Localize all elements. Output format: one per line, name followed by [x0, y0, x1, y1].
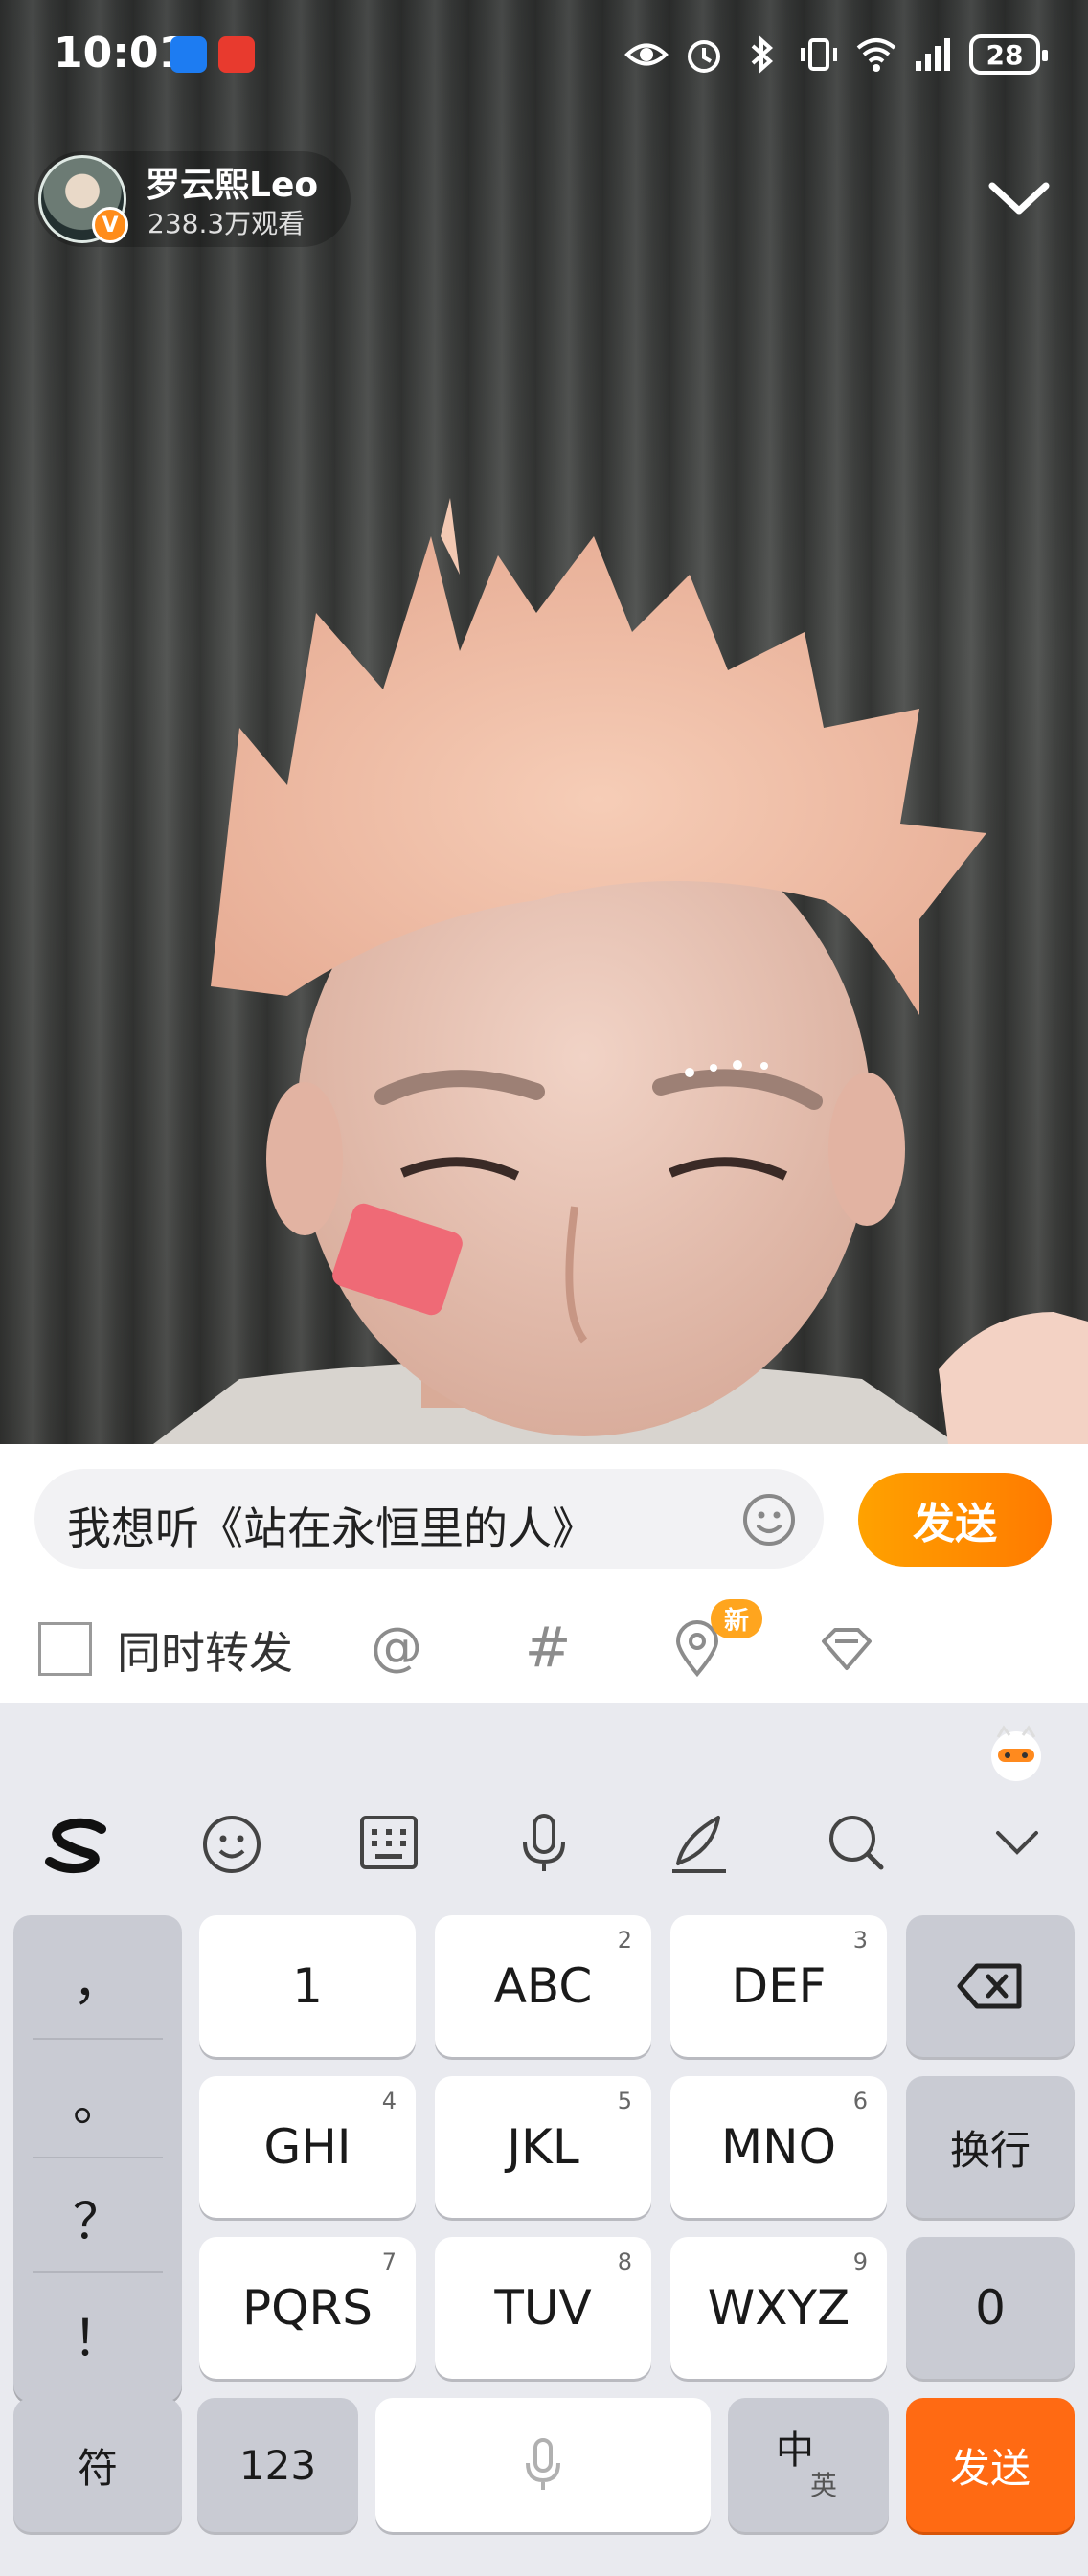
chevron-down-icon[interactable]	[983, 1808, 1052, 1877]
lang-alt-label: 英	[810, 2470, 838, 2501]
punct-period-key[interactable]: 。	[13, 2042, 182, 2155]
key-number: 7	[381, 2248, 397, 2275]
keyboard-icon[interactable]	[354, 1808, 423, 1877]
punct-question-key[interactable]: ？	[13, 2160, 182, 2273]
sogou-logo-icon[interactable]	[42, 1808, 111, 1877]
clock: 10:01	[54, 29, 189, 78]
verified-badge-icon: V	[92, 207, 128, 243]
punct-comma-key[interactable]: ，	[13, 1921, 182, 2034]
status-bar: 10:01 28	[0, 0, 1088, 113]
hashtag-icon[interactable]: #	[517, 1618, 578, 1680]
key-label: GHI	[263, 2119, 351, 2175]
punct-exclaim-key[interactable]: ！	[13, 2277, 182, 2390]
comment-panel: 我想听《站在永恒里的人》 发送 同时转发 @ # 新	[0, 1444, 1088, 1703]
new-badge: 新	[711, 1599, 763, 1638]
punct-divider	[33, 2038, 163, 2040]
svg-text:#: #	[525, 1618, 572, 1680]
keyboard-toolbar	[0, 1779, 1088, 1904]
language-switch-key[interactable]: 中 英	[728, 2398, 889, 2532]
emoji-icon[interactable]	[741, 1492, 797, 1548]
key-number: 5	[617, 2088, 632, 2114]
key-pqrs[interactable]: PQRS 7	[199, 2237, 416, 2379]
numbers-key[interactable]: 123	[197, 2398, 358, 2532]
streamer-info[interactable]: V 罗云熙Leo 238.3万观看	[34, 151, 351, 247]
key-label: DEF	[731, 1958, 827, 2014]
punct-divider	[33, 2271, 163, 2273]
newline-key[interactable]: 换行	[906, 2076, 1075, 2218]
microphone-icon[interactable]	[510, 1808, 578, 1877]
key-mno[interactable]: MNO 6	[670, 2076, 887, 2218]
punctuation-column[interactable]: ， 。 ？ ！	[13, 1915, 182, 2402]
key-tuv[interactable]: TUV 8	[435, 2237, 651, 2379]
vibrate-icon	[801, 38, 837, 71]
signal-icon	[916, 38, 950, 71]
viewer-count: 238.3万观看	[147, 208, 306, 239]
key-number: 2	[617, 1927, 632, 1954]
symbols-key[interactable]: 符	[13, 2398, 182, 2532]
lang-main-label: 中	[776, 2429, 814, 2473]
comment-options: 同时转发 @ # 新	[0, 1599, 1088, 1695]
key-label: JKL	[507, 2119, 579, 2175]
streamer-name: 罗云熙Leo	[146, 166, 319, 205]
comment-input-text[interactable]: 我想听《站在永恒里的人》	[67, 1494, 596, 1557]
space-key[interactable]	[375, 2398, 711, 2532]
app-notification-icon-2	[218, 36, 255, 73]
key-def[interactable]: DEF 3	[670, 1915, 887, 2057]
comment-input[interactable]: 我想听《站在永恒里的人》	[34, 1469, 824, 1569]
wifi-icon	[856, 38, 896, 72]
eye-icon	[624, 43, 669, 66]
microphone-icon	[526, 2438, 560, 2490]
key-1[interactable]: 1	[199, 1915, 416, 2057]
key-label: ABC	[493, 1958, 593, 2014]
key-ghi[interactable]: GHI 4	[199, 2076, 416, 2218]
diamond-icon[interactable]	[816, 1618, 877, 1680]
backspace-icon	[957, 1963, 1022, 2009]
svg-text:@: @	[371, 1618, 422, 1677]
key-0[interactable]: 0	[906, 2237, 1075, 2379]
key-label: MNO	[721, 2119, 836, 2175]
key-label: PQRS	[242, 2280, 373, 2336]
mascot-icon[interactable]	[985, 1722, 1048, 1785]
key-number: 9	[852, 2248, 868, 2275]
battery-level: 28	[986, 38, 1024, 71]
key-label: TUV	[494, 2280, 592, 2336]
live-video[interactable]: 10:01 28 V 罗云熙Leo 238.3万观看	[0, 0, 1088, 1444]
bluetooth-icon	[751, 35, 774, 74]
battery-indicator: 28	[969, 34, 1048, 75]
key-jkl[interactable]: JKL 5	[435, 2076, 651, 2218]
key-number: 8	[617, 2248, 632, 2275]
search-icon[interactable]	[822, 1808, 891, 1877]
repost-label[interactable]: 同时转发	[117, 1618, 293, 1682]
key-wxyz[interactable]: WXYZ 9	[670, 2237, 887, 2379]
key-number: 4	[381, 2088, 397, 2114]
key-number: 6	[852, 2088, 868, 2114]
chevron-down-icon[interactable]	[985, 170, 1054, 224]
keyboard-send-key[interactable]: 发送	[906, 2398, 1075, 2532]
mention-icon[interactable]: @	[366, 1618, 427, 1680]
send-button[interactable]: 发送	[858, 1473, 1052, 1567]
key-abc[interactable]: ABC 2	[435, 1915, 651, 2057]
keyboard: ， 。 ？ ！ 1 ABC 2 DEF 3 GHI 4 JKL 5 MNO 6 换行 PQ…	[0, 1703, 1088, 2576]
key-label: WXYZ	[707, 2280, 850, 2336]
repost-checkbox[interactable]	[38, 1622, 92, 1676]
emoji-icon[interactable]	[197, 1808, 266, 1877]
handwriting-icon[interactable]	[665, 1808, 734, 1877]
key-number: 3	[852, 1927, 868, 1954]
punct-divider	[33, 2157, 163, 2158]
key-label: 1	[292, 1958, 323, 2014]
alarm-icon	[688, 40, 720, 73]
app-notification-icon	[170, 36, 207, 73]
backspace-key[interactable]	[906, 1915, 1075, 2057]
